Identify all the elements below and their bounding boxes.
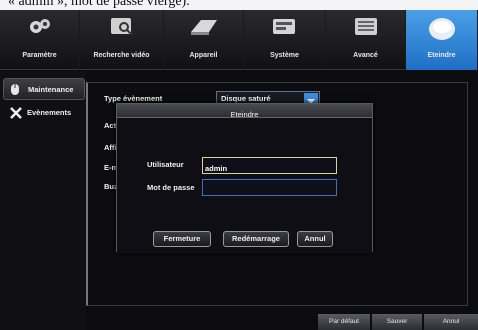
gears-icon [27,16,53,43]
tab-eteindre[interactable]: Eteindre [406,10,478,70]
dvr-screen: Paramètre Recherche vidéo Appareil Systè… [0,10,478,330]
username-input[interactable] [203,161,336,176]
power-icon [427,16,457,47]
main-tab-bar: Paramètre Recherche vidéo Appareil Systè… [0,10,478,70]
restart-button[interactable]: Redémarrage [223,231,289,247]
system-icon [271,16,299,43]
chevron-down-icon [304,93,318,104]
tab-label: Recherche vidéo [93,52,150,59]
tools-icon [9,106,23,125]
tab-label: Paramètre [22,52,57,59]
mouse-icon [10,83,20,101]
shutdown-button[interactable]: Fermeture [153,231,211,247]
tab-label: Système [270,52,299,59]
event-type-value: Disque saturé [221,94,271,103]
advanced-icon [353,16,379,43]
tab-recherche-video[interactable]: Recherche vidéo [80,10,164,70]
sidebar-item-maintenance[interactable]: Maintenance [3,78,85,100]
caption-text: « admin », mot de passe vierge). [8,0,190,9]
tab-label: Avancé [353,52,378,59]
event-type-label: Type évènement [104,94,163,103]
tab-label: Appareil [189,52,218,59]
sidebar-item-label: Evènements [27,108,72,117]
tab-parametre[interactable]: Paramètre [0,10,80,70]
save-button[interactable]: Sauver [372,314,422,330]
tab-label: Eteindre [427,52,456,59]
sidebar-item-label: Maintenance [28,85,74,94]
sidebar-item-evenements[interactable]: Evènements [3,102,85,124]
cancel-button[interactable]: Annul [424,314,478,330]
footer-buttons: Par défaut Sauver Annul [318,314,478,330]
default-button[interactable]: Par défaut [318,314,370,330]
dialog-cancel-button[interactable]: Annul [297,231,333,247]
sidebar: Maintenance Evènements [0,71,86,330]
dialog-body: Utilisateur Mot de passe Fermeture Redém… [117,118,372,253]
shutdown-dialog: Eteindre Utilisateur Mot de passe Fermet… [116,103,373,253]
video-search-icon [109,16,135,43]
dialog-title-bar: Eteindre [117,104,372,119]
tab-appareil[interactable]: Appareil [164,10,244,70]
username-label: Utilisateur [147,160,184,169]
tab-systeme[interactable]: Système [244,10,326,70]
password-field[interactable] [202,179,337,198]
password-label: Mot de passe [147,183,195,192]
tab-avance[interactable]: Avancé [326,10,406,70]
username-field[interactable] [202,157,337,176]
password-input[interactable] [203,183,336,198]
hard-drive-icon [189,16,219,43]
